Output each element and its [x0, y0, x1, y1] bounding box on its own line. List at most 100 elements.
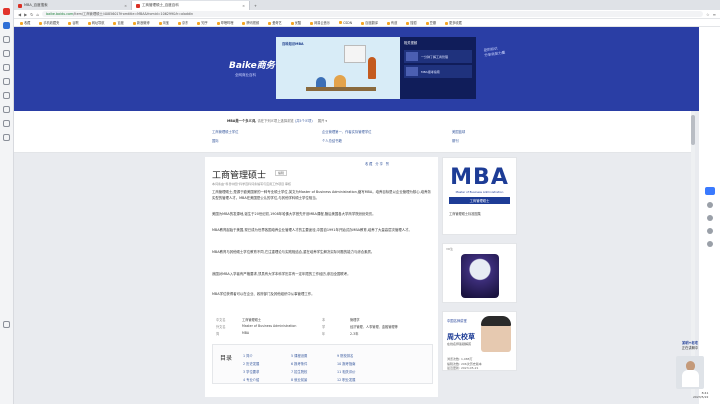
- bookmark-item[interactable]: 网址导航: [88, 20, 105, 25]
- bookmark-item[interactable]: 有道: [387, 20, 397, 25]
- summary-paragraph: MBA学位获得者可以在企业、政府部门及其他组织中从事管理工作。: [212, 292, 315, 296]
- review-badge: 本词条由“科普中国”科学百科词条编写与应用工作项目 审核: [212, 182, 292, 186]
- article-main: 收藏 分享 赞 工商管理硕士 编辑 本词条由“科普中国”科学百科词条编写与应用工…: [205, 157, 438, 397]
- collect-icon[interactable]: [706, 215, 713, 221]
- bookmark-item[interactable]: 网易云音乐: [310, 20, 330, 25]
- page-scrollbar[interactable]: [691, 112, 695, 397]
- bookmark-item[interactable]: 百度翻译: [361, 20, 378, 25]
- game-icon[interactable]: [3, 92, 10, 99]
- polysemy-bar: MBA是一个多义词, 请在下列义项上选择浏览 (共5个义项) 展开 ▾ 工商管理…: [14, 111, 691, 153]
- video-card[interactable]: MBA报考指南: [404, 65, 472, 78]
- bookmark-item[interactable]: 更多收藏: [445, 20, 462, 25]
- toc-item[interactable]: 9 院校排名: [337, 353, 385, 358]
- info-value: 2-3年: [350, 332, 359, 336]
- back-icon[interactable]: ◀: [18, 12, 21, 17]
- streamer-caption: 某明+老宅 正在讲解中: [677, 340, 703, 350]
- forward-icon[interactable]: ▶: [24, 12, 27, 17]
- right-column: MBA Master of Business Administration 工商…: [442, 157, 517, 397]
- translate-icon[interactable]: [3, 106, 10, 113]
- bookmark-item[interactable]: 新浪微博: [133, 20, 150, 25]
- bookmark-item[interactable]: 手机收藏夹: [39, 20, 59, 25]
- tab-baike[interactable]: 工商管理硕士_百度百科 ×: [132, 1, 250, 10]
- sense-item[interactable]: 企业管理第一、作者实际管理学位: [322, 129, 452, 134]
- video-title: 百科知识MBA: [282, 42, 304, 46]
- url-input[interactable]: baike.baidu.com/item/工商管理硕士/4085601?from…: [42, 11, 704, 17]
- vr-ad-card[interactable]: VR生: [442, 243, 517, 303]
- note-icon[interactable]: [3, 64, 10, 71]
- wechat-icon[interactable]: [706, 241, 713, 247]
- handwritten-annotation: 是的知识 分享就是力量: [483, 46, 506, 58]
- bookmark-item[interactable]: 腾讯视频: [242, 20, 259, 25]
- bookmark-item[interactable]: 爱奇艺: [268, 20, 282, 25]
- webcam-body: [682, 370, 699, 387]
- article-tools[interactable]: 收藏 分享 赞: [365, 161, 390, 166]
- menu-icon[interactable]: ≡: [713, 12, 716, 17]
- polysemy-count[interactable]: (共5个义项): [295, 119, 313, 123]
- summary-image-card[interactable]: MBA Master of Business Administration 工商…: [442, 157, 517, 235]
- expand-button[interactable]: 展开 ▾: [318, 119, 327, 123]
- bookmark-item[interactable]: 豆瓣: [426, 20, 436, 25]
- tab-label: MBA_百度搜索: [24, 3, 48, 7]
- bookmark-item[interactable]: 哔哩哔哩: [217, 20, 234, 25]
- toc-item[interactable]: 2 历史发展: [243, 361, 291, 366]
- scrollbar-thumb[interactable]: [691, 115, 695, 145]
- settings-icon[interactable]: [3, 321, 10, 328]
- toc-item[interactable]: 3 学位要求: [243, 369, 291, 374]
- star-icon[interactable]: ☆: [706, 12, 710, 17]
- bookmark-item[interactable]: 谷歌: [68, 20, 78, 25]
- video-thumbnail: [406, 67, 418, 76]
- bookmark-item[interactable]: 淘宝: [159, 20, 169, 25]
- close-icon[interactable]: ×: [242, 4, 245, 8]
- new-tab-button[interactable]: +: [250, 1, 264, 10]
- edit-button[interactable]: 编辑: [275, 170, 288, 176]
- related-videos-title: 相关视频: [404, 41, 418, 45]
- history-icon[interactable]: [3, 36, 10, 43]
- like-icon[interactable]: [706, 202, 713, 208]
- app-logo-icon[interactable]: [3, 8, 10, 15]
- toc-item[interactable]: 6 报考条件: [291, 361, 337, 366]
- toc-item[interactable]: 10 报考指南: [337, 361, 385, 366]
- image-caption[interactable]: 工商管理硕士标准图集: [449, 211, 510, 216]
- bookmark-item[interactable]: 收藏: [20, 20, 30, 25]
- toc-item[interactable]: 11 相关评价: [337, 369, 385, 374]
- banner-logo[interactable]: Baike商务: [229, 58, 275, 71]
- bookmark-item[interactable]: 搜狐: [406, 20, 416, 25]
- toc-item[interactable]: 7 招生院校: [291, 369, 337, 374]
- baidu-icon: [18, 3, 22, 8]
- info-value: MBA: [242, 331, 250, 335]
- sense-item[interactable]: 美国篮球: [452, 129, 532, 134]
- toc-item[interactable]: 4 专业介绍: [243, 377, 291, 382]
- astronaut-illustration: [461, 254, 499, 298]
- share-icon[interactable]: [704, 187, 715, 195]
- summary-paragraph: 美国为MBA的发源地,诞生于20世纪初,1908年哈佛大学首先开设MBA课程,随…: [212, 212, 376, 216]
- sense-item[interactable]: 个人总结书籍: [322, 138, 452, 143]
- sense-item[interactable]: 工商管理硕士学位: [212, 129, 322, 134]
- bookmark-icon[interactable]: [3, 22, 10, 29]
- toc-item[interactable]: 1 简介: [243, 353, 291, 358]
- close-icon[interactable]: ×: [124, 4, 127, 8]
- refresh-icon[interactable]: ↻: [30, 12, 33, 17]
- tab-search[interactable]: MBA_百度搜索 ×: [14, 1, 132, 10]
- sense-item[interactable]: 国际: [212, 138, 322, 143]
- sense-item[interactable]: 期刊: [452, 138, 532, 143]
- bookmark-item[interactable]: 百度: [113, 20, 123, 25]
- left-tool-sidebar: [0, 0, 14, 404]
- basic-info-table: 中文名 工商管理硕士 本 管理学 外文名 Master of Business …: [216, 317, 428, 336]
- toc-item[interactable]: 12 职业发展: [337, 377, 385, 382]
- toc-item[interactable]: 5 课程设置: [291, 353, 337, 358]
- video-card[interactable]: 一分钟了解工商管理: [404, 50, 472, 63]
- bookmark-item[interactable]: 知乎: [197, 20, 207, 25]
- toc-item[interactable]: 8 就业前景: [291, 377, 337, 382]
- bookmark-item[interactable]: 京东: [178, 20, 188, 25]
- screenshot-icon[interactable]: [3, 120, 10, 127]
- bookmark-item[interactable]: 优酷: [291, 20, 301, 25]
- stat-updated: 最近更新: 2023-05-21: [447, 366, 479, 370]
- download-icon[interactable]: [3, 50, 10, 57]
- comment-icon[interactable]: [706, 228, 713, 234]
- home-icon[interactable]: ⌂: [37, 12, 40, 17]
- video-player[interactable]: 百科知识MBA: [276, 37, 400, 99]
- teacher-ad-card[interactable]: 中国名师讲堂 周大校草 在线名师答疑解惑 浏览次数: 1,088万 编辑次数: …: [442, 311, 517, 371]
- mail-icon[interactable]: [3, 78, 10, 85]
- bookmark-item[interactable]: CSDN: [339, 21, 352, 25]
- extension-icon[interactable]: [3, 134, 10, 141]
